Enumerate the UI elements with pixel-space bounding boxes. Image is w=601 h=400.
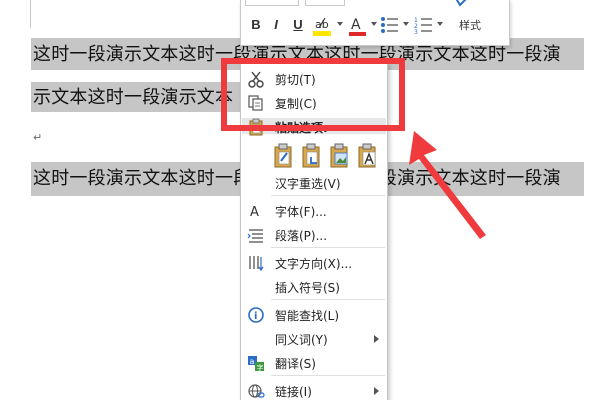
paragraph-mark: ↵ bbox=[33, 131, 43, 144]
svg-text:字: 字 bbox=[257, 363, 264, 372]
smart-lookup-icon: i bbox=[248, 307, 264, 323]
mini-toolbar: B I U ab A 1 2 3 样式 bbox=[240, 0, 510, 46]
menu-item-paragraph[interactable]: 段落(P)... bbox=[241, 223, 387, 247]
paste-merge-formatting-button[interactable] bbox=[301, 143, 323, 169]
underline-button[interactable]: U bbox=[289, 14, 307, 36]
translate-icon: a 字 bbox=[248, 356, 264, 372]
paste-keep-source-formatting-button[interactable] bbox=[273, 143, 295, 169]
svg-text:3: 3 bbox=[414, 29, 418, 35]
menu-item-label: 插入符号(S) bbox=[275, 281, 340, 295]
svg-text:ab: ab bbox=[315, 18, 329, 31]
menu-item-text-direction[interactable]: 文字方向(X)... bbox=[241, 251, 387, 275]
font-icon: A bbox=[250, 205, 259, 220]
menu-item-link[interactable]: 链接(I) bbox=[241, 379, 387, 400]
keep-text-only-icon bbox=[358, 143, 376, 168]
submenu-arrow-icon bbox=[374, 335, 379, 343]
paste-picture-button[interactable] bbox=[329, 143, 351, 169]
annotation-arrow-icon bbox=[409, 131, 486, 239]
menu-item-synonyms[interactable]: 同义词(Y) bbox=[241, 327, 387, 351]
menu-item-reconvert[interactable]: 汉字重选(V) bbox=[241, 171, 387, 195]
menu-item-insert-symbol[interactable]: 插入符号(S) bbox=[241, 275, 387, 299]
keep-source-formatting-icon bbox=[274, 143, 292, 168]
styles-label[interactable]: 样式 bbox=[459, 17, 481, 33]
menu-item-smart-lookup[interactable]: i 智能查找(L) bbox=[241, 303, 387, 327]
annotation-highlight-box bbox=[221, 58, 405, 131]
font-size-box[interactable] bbox=[305, 0, 345, 6]
menu-item-label: 链接(I) bbox=[275, 385, 312, 399]
menu-separator bbox=[271, 299, 385, 300]
font-color-dropdown[interactable] bbox=[371, 22, 377, 26]
svg-text:i: i bbox=[254, 311, 257, 322]
styles-button[interactable] bbox=[446, 0, 476, 8]
svg-text:a: a bbox=[250, 357, 255, 366]
styles-icon bbox=[455, 0, 467, 7]
menu-separator bbox=[271, 375, 385, 376]
paste-keep-text-only-button[interactable] bbox=[357, 143, 379, 169]
highlighter-icon: ab bbox=[313, 17, 331, 36]
numbering-button[interactable]: 1 2 3 bbox=[413, 15, 435, 36]
menu-separator bbox=[271, 195, 385, 196]
bullets-dropdown[interactable] bbox=[403, 22, 409, 26]
picture-paste-icon bbox=[330, 143, 348, 168]
paragraph-icon bbox=[247, 229, 263, 243]
menu-item-label: 汉字重选(V) bbox=[275, 177, 341, 191]
highlight-color-dropdown[interactable] bbox=[337, 22, 343, 26]
font-color-button[interactable]: A bbox=[347, 14, 369, 40]
menu-item-font[interactable]: A 字体(F)... bbox=[241, 199, 387, 223]
menu-item-label: 字体(F)... bbox=[275, 205, 327, 219]
numbering-dropdown[interactable] bbox=[437, 22, 443, 26]
numbering-icon: 1 2 3 bbox=[414, 17, 432, 36]
bullets-button[interactable] bbox=[379, 15, 401, 35]
svg-text:A: A bbox=[351, 17, 361, 33]
link-icon bbox=[248, 384, 265, 398]
menu-separator bbox=[271, 247, 385, 248]
text-direction-icon bbox=[249, 256, 264, 272]
submenu-arrow-icon bbox=[374, 387, 379, 395]
menu-item-label: 翻译(S) bbox=[275, 357, 316, 371]
bold-button[interactable]: B bbox=[247, 14, 265, 36]
menu-item-label: 段落(P)... bbox=[275, 229, 328, 243]
page-margin-guide bbox=[30, 0, 31, 28]
document-line-2[interactable]: 示文本这时一段演示文本 bbox=[33, 85, 233, 111]
menu-item-translate[interactable]: a 字 翻译(S) bbox=[241, 351, 387, 375]
bullets-icon bbox=[381, 17, 398, 33]
menu-item-label: 文字方向(X)... bbox=[275, 257, 353, 271]
italic-button[interactable]: I bbox=[267, 14, 285, 36]
menu-item-label: 智能查找(L) bbox=[275, 309, 340, 323]
highlight-color-button[interactable]: ab bbox=[311, 14, 335, 40]
font-color-icon: A bbox=[349, 17, 366, 36]
svg-text:A: A bbox=[250, 205, 259, 220]
menu-item-label: 同义词(Y) bbox=[275, 333, 328, 347]
font-name-box[interactable] bbox=[245, 0, 299, 6]
merge-formatting-icon bbox=[302, 143, 320, 168]
